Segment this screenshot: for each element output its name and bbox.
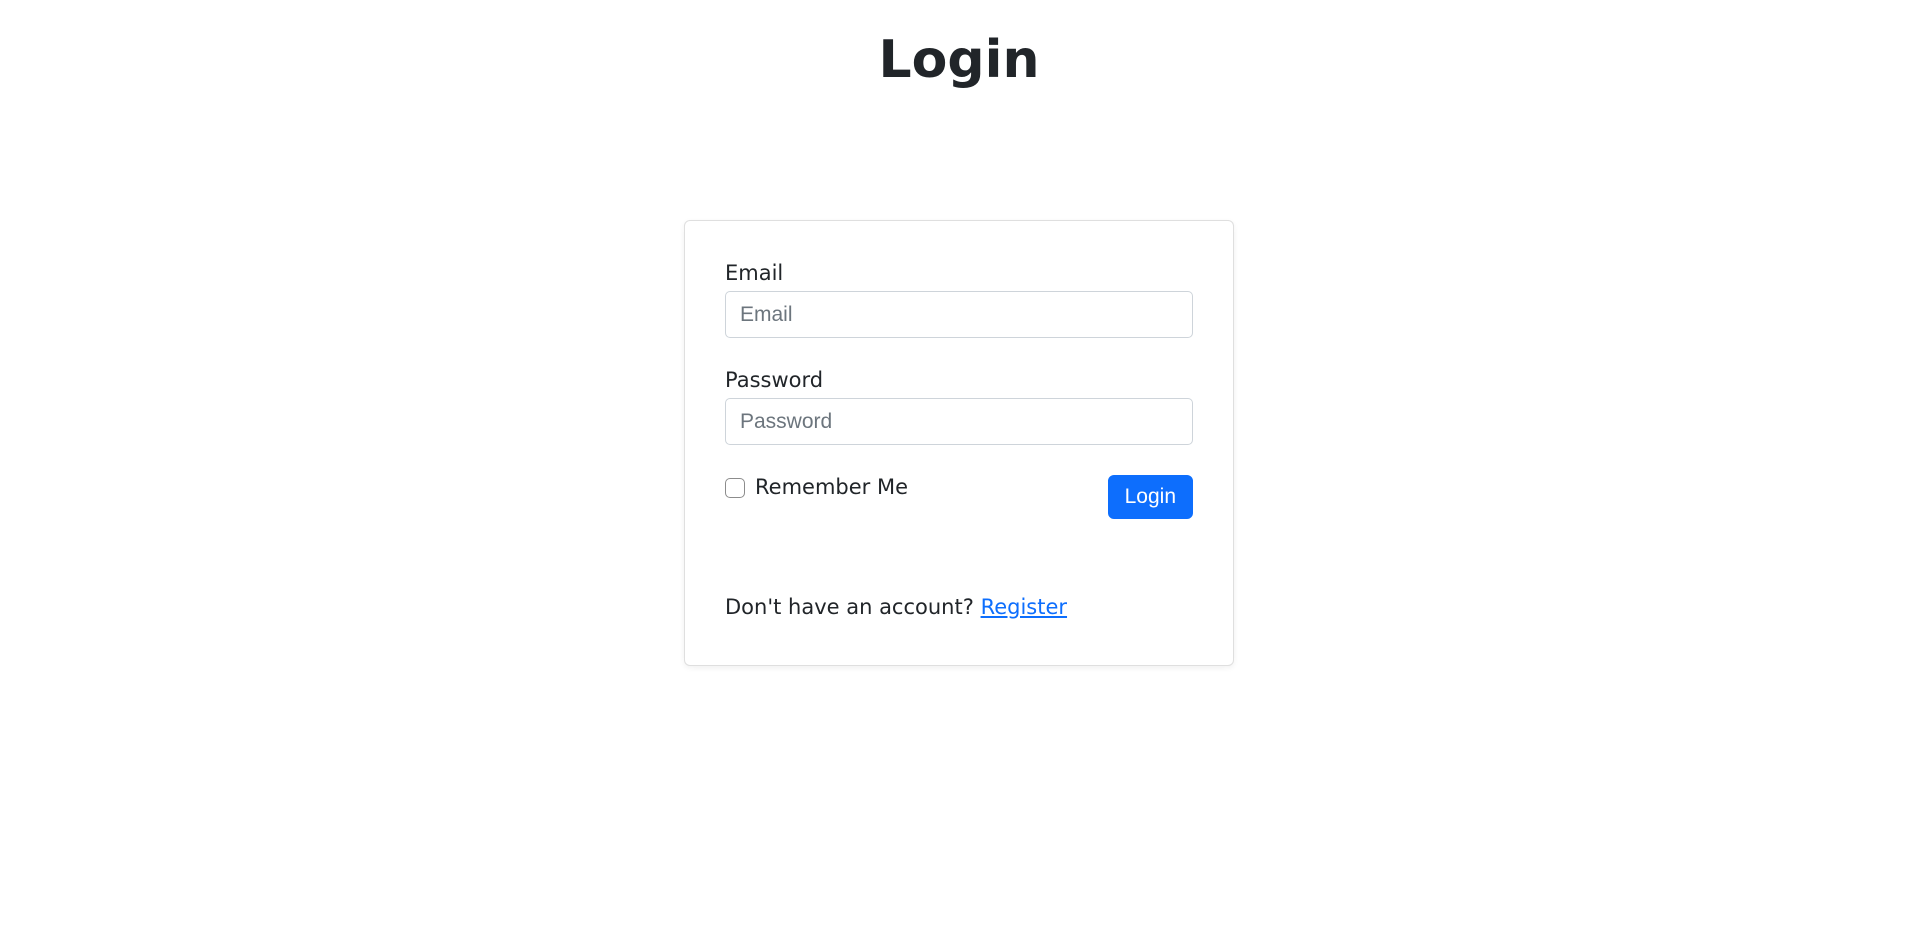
- register-prompt-line: Don't have an account? Register: [725, 595, 1193, 619]
- register-prompt-text: Don't have an account?: [725, 595, 981, 619]
- login-button[interactable]: Login: [1108, 475, 1193, 518]
- page-title: Login: [175, 30, 1743, 90]
- login-form: Email Password Remember Me Login Don't h…: [725, 261, 1193, 619]
- login-page: Login Email Password Remember Me Login D…: [175, 0, 1743, 666]
- remember-me-checkbox[interactable]: [725, 478, 745, 498]
- remember-check: Remember Me: [725, 475, 908, 499]
- email-group: Email: [725, 261, 1193, 338]
- actions-row: Remember Me Login: [725, 475, 1193, 518]
- register-link[interactable]: Register: [981, 595, 1067, 619]
- remember-me-label[interactable]: Remember Me: [755, 475, 908, 499]
- login-card: Email Password Remember Me Login Don't h…: [684, 220, 1234, 666]
- password-label: Password: [725, 368, 1193, 392]
- email-label: Email: [725, 261, 1193, 285]
- email-field[interactable]: [725, 291, 1193, 338]
- password-field[interactable]: [725, 398, 1193, 445]
- password-group: Password: [725, 368, 1193, 445]
